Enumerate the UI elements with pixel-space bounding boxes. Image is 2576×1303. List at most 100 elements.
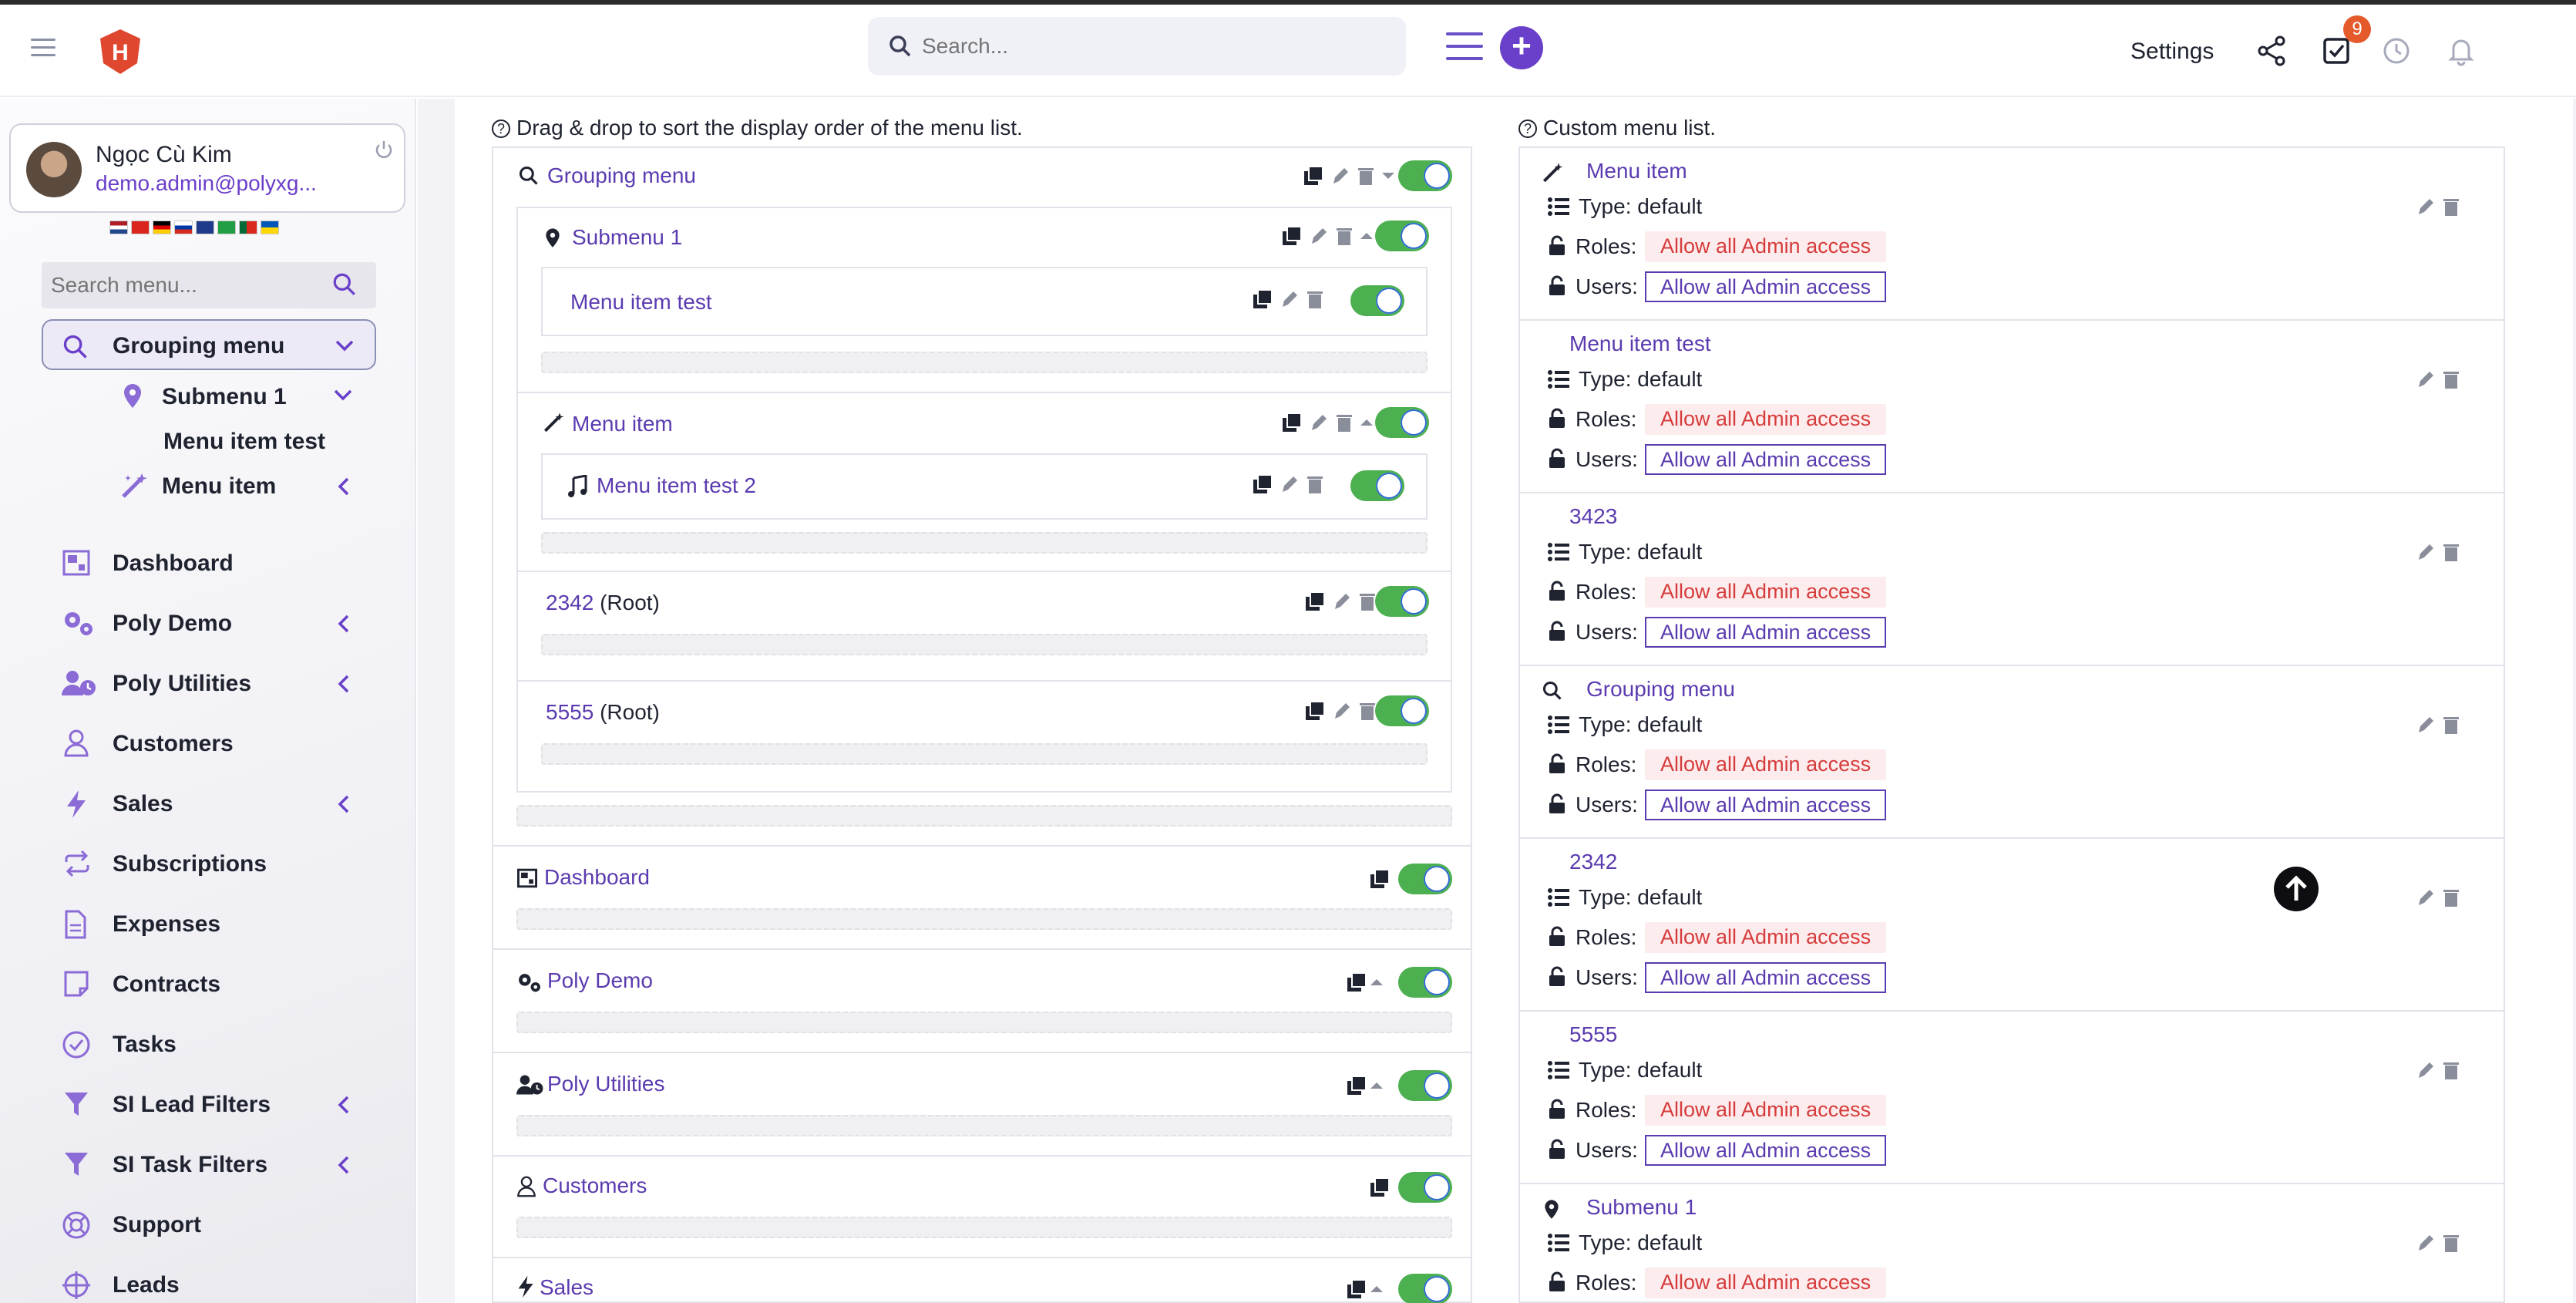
custom-menu-card[interactable]: Submenu 1 Type: default Roles: Allow all…: [1520, 1184, 2504, 1301]
trash-icon[interactable]: [2442, 887, 2460, 908]
trash-icon[interactable]: [1358, 700, 1377, 722]
chevron-down-icon[interactable]: [333, 387, 353, 402]
sidebar-item-support[interactable]: Support: [0, 1201, 415, 1247]
menu-item-test-2-row[interactable]: Menu item test 2: [541, 453, 1428, 520]
sidebar-item-expenses[interactable]: Expenses: [0, 901, 415, 947]
copy-icon[interactable]: [1346, 1075, 1367, 1096]
poly-utilities-toggle[interactable]: [1398, 1070, 1452, 1101]
pencil-icon[interactable]: [1332, 700, 1352, 722]
flag-gb-icon[interactable]: [196, 221, 214, 234]
menu-item-toggle[interactable]: [1375, 407, 1429, 438]
grouping-menu-toggle[interactable]: [1398, 160, 1452, 191]
sortable-menu-list[interactable]: Grouping menu Submenu 1 Menu item test M…: [492, 146, 1472, 1303]
copy-icon[interactable]: [1252, 288, 1273, 310]
drop-zone[interactable]: [541, 352, 1428, 373]
sidebar-search-input[interactable]: [51, 271, 328, 299]
chevron-left-icon[interactable]: [336, 1155, 351, 1175]
dashboard-toggle[interactable]: [1398, 864, 1452, 894]
sidebar-item-poly-demo[interactable]: Poly Demo: [0, 600, 415, 646]
drop-zone[interactable]: [516, 1115, 1452, 1136]
sidebar-item-si-lead-filters[interactable]: SI Lead Filters: [0, 1081, 415, 1127]
trash-icon[interactable]: [1335, 225, 1354, 247]
caret-up-icon[interactable]: [1369, 971, 1384, 993]
chevron-left-icon[interactable]: [336, 614, 351, 634]
card-title[interactable]: 3423: [1569, 504, 1617, 529]
pencil-icon[interactable]: [2416, 541, 2436, 563]
card-title[interactable]: 5555: [1569, 1022, 1617, 1047]
pencil-icon[interactable]: [1280, 288, 1300, 310]
copy-icon[interactable]: [1303, 165, 1324, 187]
flag-de-icon[interactable]: [153, 221, 171, 234]
customers-link[interactable]: Customers: [543, 1173, 647, 1198]
trash-icon[interactable]: [1306, 288, 1324, 310]
pencil-icon[interactable]: [1330, 165, 1350, 187]
root-5555-row[interactable]: 5555 (Root): [546, 700, 660, 725]
sidebar-item-leads[interactable]: Leads: [0, 1261, 415, 1303]
caret-up-icon[interactable]: [1359, 412, 1374, 433]
drop-zone[interactable]: [541, 634, 1428, 655]
drop-zone[interactable]: [516, 908, 1452, 930]
poly-utilities-link[interactable]: Poly Utilities: [547, 1072, 664, 1096]
flag-ru-icon[interactable]: [174, 221, 193, 234]
sidebar-item-menu-item-test[interactable]: Menu item test: [0, 418, 415, 464]
root-5555-toggle[interactable]: [1375, 695, 1429, 726]
custom-menu-card[interactable]: Menu item test Type: default Roles: Allo…: [1520, 321, 2504, 493]
trash-icon[interactable]: [1357, 165, 1375, 187]
clock-icon[interactable]: [2382, 35, 2411, 66]
flag-ua-icon[interactable]: [261, 221, 279, 234]
sidebar-item-menu-item[interactable]: Menu item: [0, 463, 415, 509]
menu-list-icon[interactable]: [1446, 32, 1483, 63]
trash-icon[interactable]: [2442, 369, 2460, 390]
sidebar-item-subscriptions[interactable]: Subscriptions: [0, 840, 415, 887]
custom-menu-card[interactable]: Menu item Type: default Roles: Allow all…: [1520, 148, 2504, 321]
root-2342-link[interactable]: 2342: [546, 591, 594, 614]
copy-icon[interactable]: [1369, 868, 1391, 890]
trash-icon[interactable]: [1358, 591, 1377, 612]
quick-add-button[interactable]: +: [1500, 26, 1543, 69]
pencil-icon[interactable]: [2416, 887, 2436, 908]
drop-zone[interactable]: [516, 805, 1452, 827]
card-title[interactable]: Submenu 1: [1586, 1195, 1697, 1220]
pencil-icon[interactable]: [2416, 196, 2436, 217]
app-logo[interactable]: H: [97, 28, 143, 76]
global-search-input[interactable]: [922, 29, 1384, 63]
menu-item-test-2-link[interactable]: Menu item test 2: [597, 473, 756, 498]
scroll-top-button[interactable]: [2274, 867, 2319, 911]
copy-icon[interactable]: [1304, 700, 1326, 722]
share-icon[interactable]: [2257, 35, 2286, 66]
copy-icon[interactable]: [1252, 473, 1273, 495]
sidebar-item-tasks[interactable]: Tasks: [0, 1021, 415, 1067]
chevron-down-icon[interactable]: [335, 338, 355, 353]
trash-icon[interactable]: [2442, 196, 2460, 217]
grouping-children[interactable]: Submenu 1 Menu item test Menu item Menu …: [516, 207, 1452, 793]
trash-icon[interactable]: [2442, 1059, 2460, 1081]
avatar[interactable]: [26, 142, 82, 197]
pencil-icon[interactable]: [2416, 369, 2436, 390]
poly-demo-toggle[interactable]: [1398, 967, 1452, 998]
flag-br-icon[interactable]: [217, 221, 236, 234]
flag-vn-icon[interactable]: [131, 221, 150, 234]
sidebar-item-customers[interactable]: Customers: [0, 720, 415, 766]
customers-toggle[interactable]: [1398, 1172, 1452, 1203]
trash-icon[interactable]: [2442, 1232, 2460, 1254]
chevron-left-icon[interactable]: [336, 674, 351, 694]
sidebar-item-poly-utilities[interactable]: Poly Utilities: [0, 660, 415, 706]
copy-icon[interactable]: [1281, 225, 1303, 247]
sidebar-toggle-icon[interactable]: [31, 39, 55, 59]
bell-icon[interactable]: [2447, 35, 2476, 66]
menu-item-test-link[interactable]: Menu item test: [570, 290, 712, 315]
sidebar-item-submenu-1[interactable]: Submenu 1: [0, 373, 415, 419]
caret-up-icon[interactable]: [1369, 1278, 1384, 1300]
sidebar-item-dashboard[interactable]: Dashboard: [0, 540, 415, 586]
root-5555-link[interactable]: 5555: [546, 700, 594, 724]
copy-icon[interactable]: [1346, 1278, 1367, 1300]
trash-icon[interactable]: [1335, 412, 1354, 433]
drop-zone[interactable]: [516, 1012, 1452, 1033]
caret-up-icon[interactable]: [1369, 1075, 1384, 1096]
sidebar-search[interactable]: [42, 262, 376, 308]
copy-icon[interactable]: [1281, 412, 1303, 433]
pencil-icon[interactable]: [1309, 225, 1329, 247]
user-card[interactable]: Ngọc Cù Kim demo.admin@polyxg...: [9, 123, 405, 213]
grouping-menu-link[interactable]: Grouping menu: [547, 163, 696, 188]
card-title[interactable]: Menu item test: [1569, 332, 1711, 356]
